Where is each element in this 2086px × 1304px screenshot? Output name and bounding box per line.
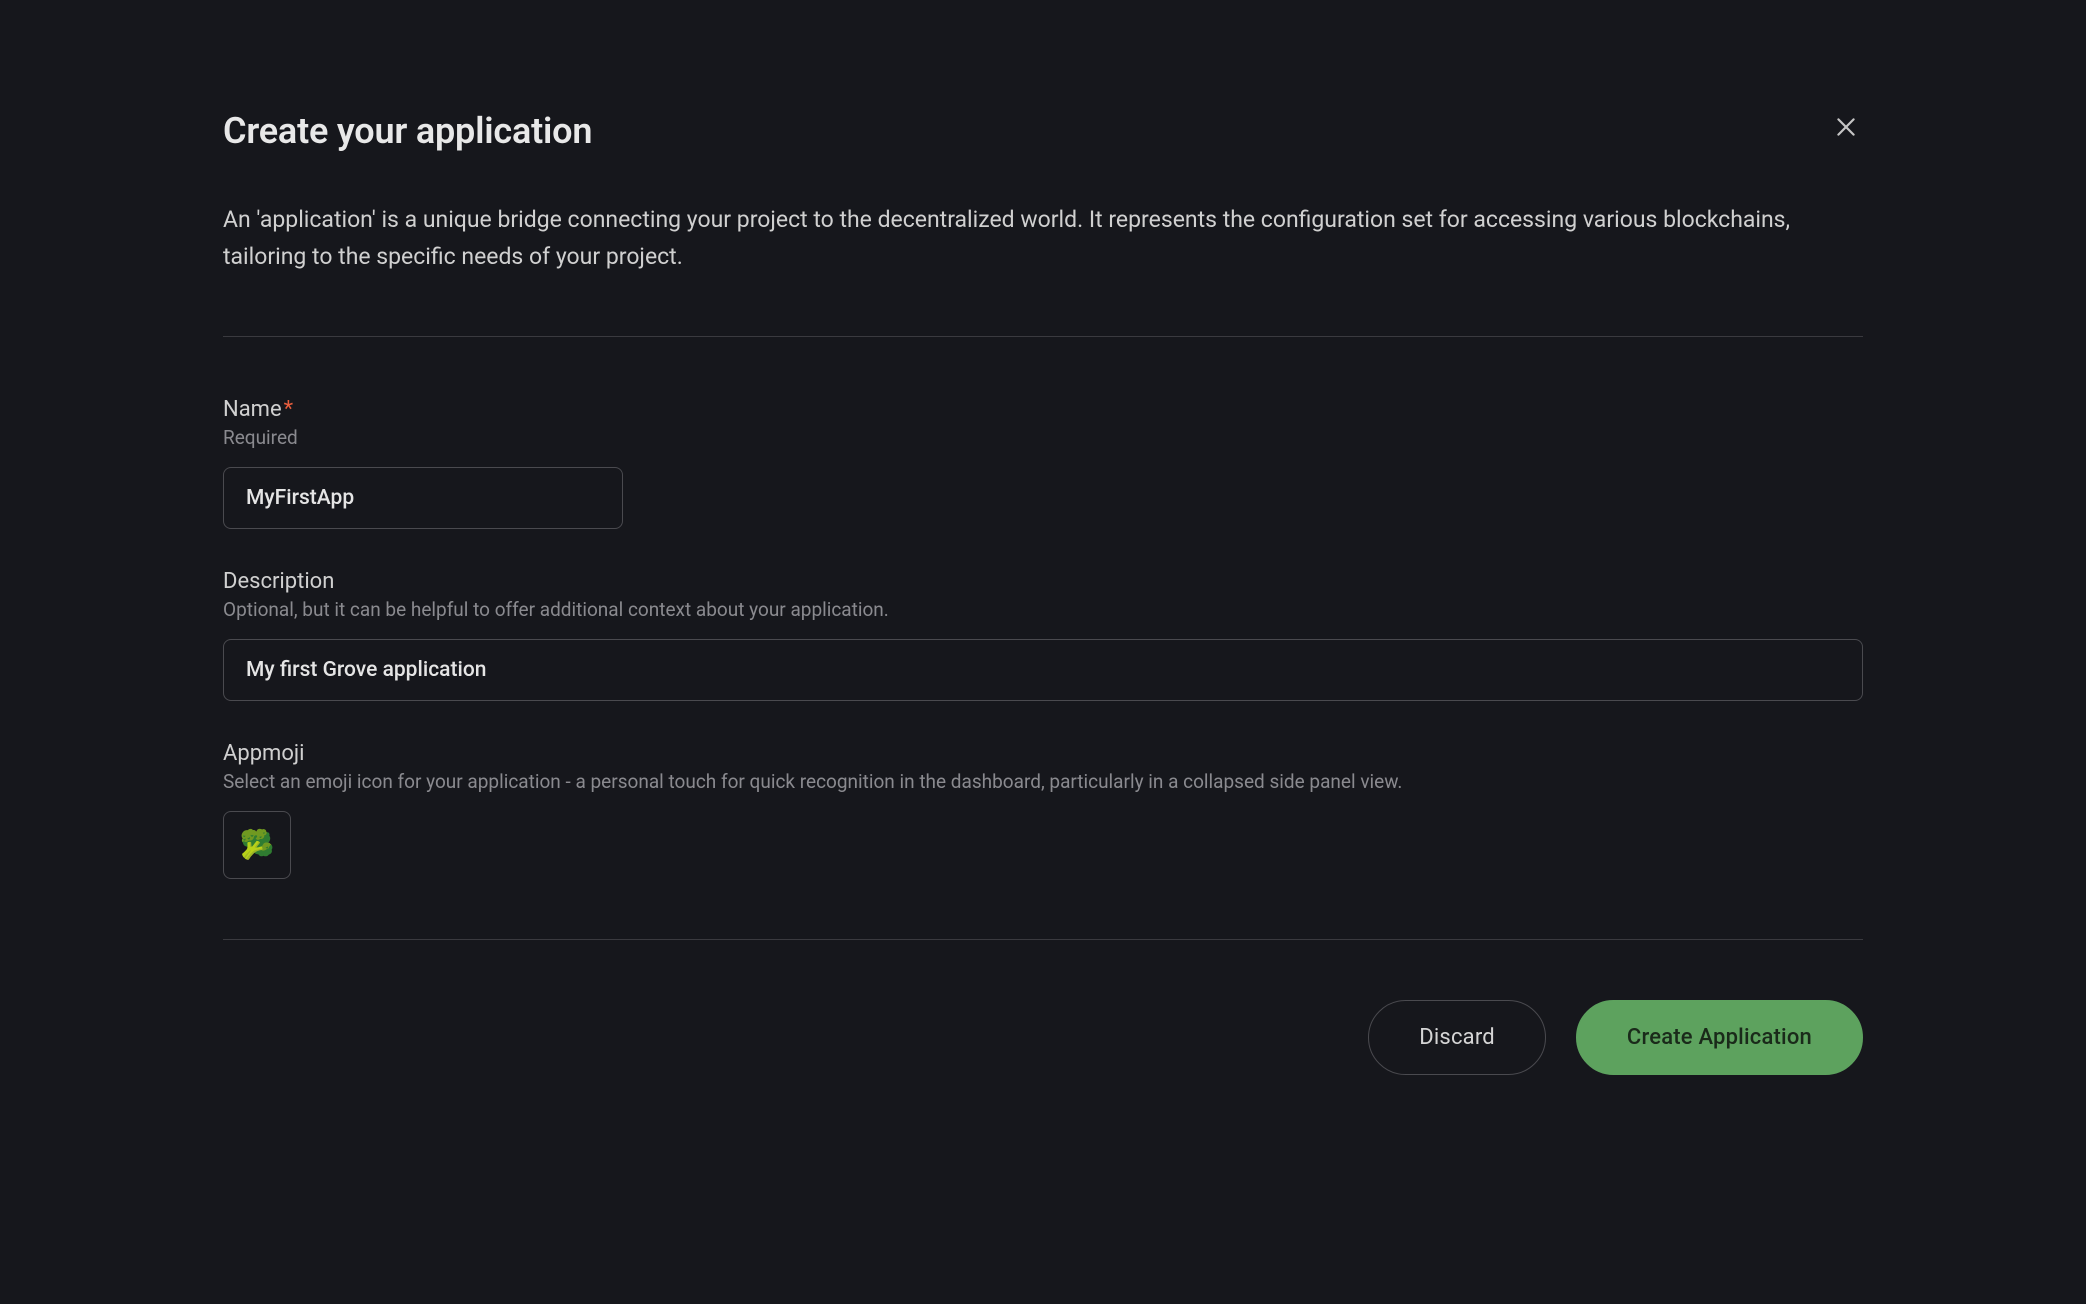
name-label-text: Name xyxy=(223,397,282,422)
appmoji-label: Appmoji xyxy=(223,741,1863,766)
appmoji-hint: Select an emoji icon for your applicatio… xyxy=(223,770,1863,793)
discard-button[interactable]: Discard xyxy=(1368,1000,1546,1075)
modal-footer: Discard Create Application xyxy=(223,940,1863,1075)
description-hint: Optional, but it can be helpful to offer… xyxy=(223,598,1863,621)
name-label: Name* xyxy=(223,397,1863,422)
appmoji-field-group: Appmoji Select an emoji icon for your ap… xyxy=(223,741,1863,879)
modal-header: Create your application xyxy=(223,110,1863,152)
name-hint: Required xyxy=(223,426,1863,449)
description-label: Description xyxy=(223,569,1863,594)
close-icon xyxy=(1833,114,1859,143)
description-field-group: Description Optional, but it can be help… xyxy=(223,569,1863,701)
modal-description: An 'application' is a unique bridge conn… xyxy=(223,202,1863,276)
create-application-modal: Create your application An 'application'… xyxy=(68,0,2018,1135)
close-button[interactable] xyxy=(1829,110,1863,147)
appmoji-icon: 🥦 xyxy=(240,828,275,861)
required-asterisk: * xyxy=(284,397,293,422)
name-input[interactable] xyxy=(223,467,623,529)
form-section: Name* Required Description Optional, but… xyxy=(223,337,1863,939)
appmoji-picker-button[interactable]: 🥦 xyxy=(223,811,291,879)
description-input[interactable] xyxy=(223,639,1863,701)
modal-title: Create your application xyxy=(223,110,592,152)
create-application-button[interactable]: Create Application xyxy=(1576,1000,1863,1075)
name-field-group: Name* Required xyxy=(223,397,1863,529)
